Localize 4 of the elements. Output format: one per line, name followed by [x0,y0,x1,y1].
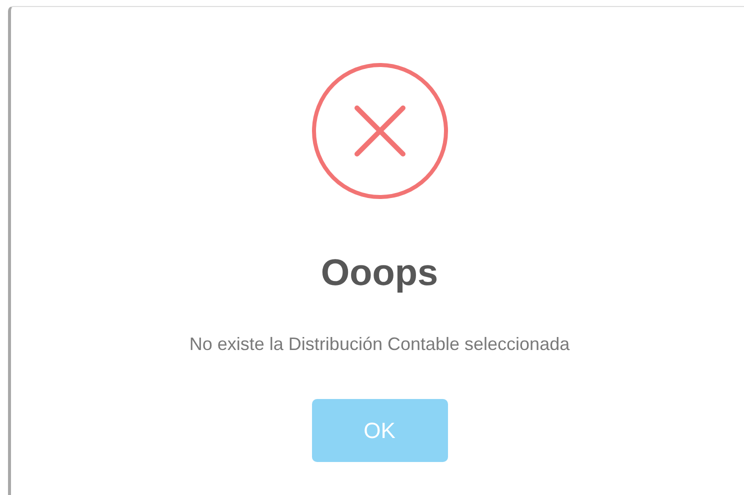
ok-button[interactable]: OK [312,399,448,462]
error-icon [310,62,448,200]
dialog-title: Ooops [320,251,438,295]
dialog-message: No existe la Distribución Contable seleccionada [189,333,570,356]
